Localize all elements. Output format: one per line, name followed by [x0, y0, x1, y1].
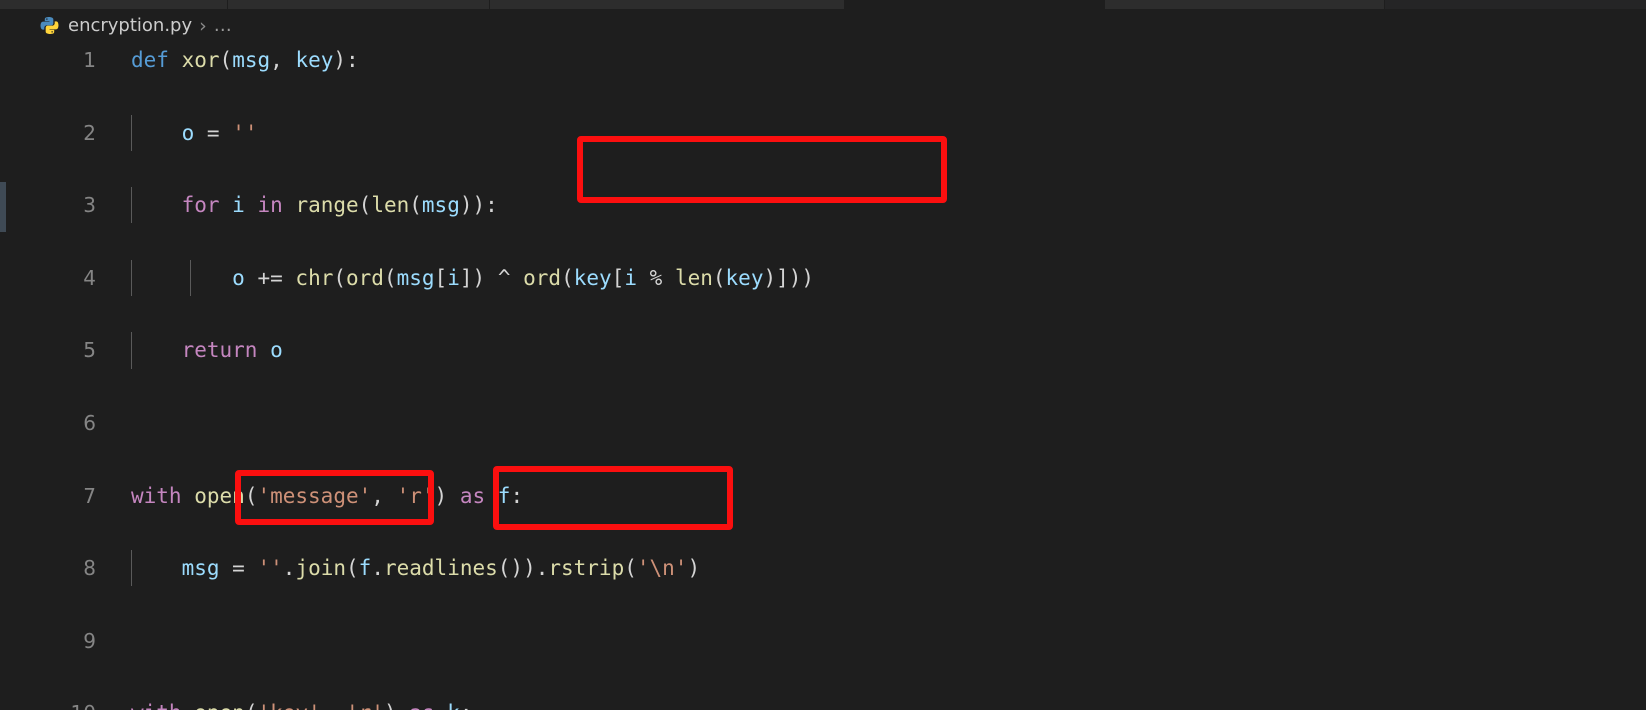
breadcrumb-overflow[interactable]: …	[214, 15, 233, 36]
line-content[interactable]: def xor(msg, key):	[131, 42, 359, 78]
line-content[interactable]: o = ''	[131, 115, 258, 151]
line-number: 7	[83, 483, 96, 508]
breadcrumb: encryption.py › …	[0, 9, 1646, 42]
code-line: 10 with open('key', 'r') as k:	[0, 695, 1646, 710]
line-number: 3	[83, 193, 96, 218]
line-number: 10	[0, 695, 96, 710]
code-line: 3 for i in range(len(msg)):	[0, 187, 1646, 224]
line-number: 8	[83, 556, 96, 581]
code-line: 8 msg = ''.join(f.readlines()).rstrip('\…	[0, 550, 1646, 587]
editor-tab[interactable]	[1105, 0, 1385, 9]
line-number: 4	[83, 265, 96, 290]
line-number: 6	[83, 410, 96, 435]
editor-tab[interactable]	[490, 0, 845, 9]
editor-tab-bar[interactable]	[0, 0, 1646, 9]
code-line: 7 with open('message', 'r') as f:	[0, 478, 1646, 514]
code-line: 4 o += chr(ord(msg[i]) ^ ord(key[i % len…	[0, 259, 1646, 297]
line-content[interactable]: o += chr(ord(msg[i]) ^ ord(key[i % len(k…	[131, 260, 814, 296]
line-number: 9	[83, 628, 96, 653]
code-line: 1 def xor(msg, key):	[0, 42, 1646, 78]
tab-bar-filler	[1385, 0, 1646, 9]
code-editor[interactable]: 1 def xor(msg, key): 2 o = '' 3 for i in…	[0, 42, 1646, 710]
code-line: 9	[0, 623, 1646, 659]
line-number: 1	[83, 48, 96, 72]
line-content[interactable]: with open('key', 'r') as k:	[131, 695, 473, 710]
code-line: 2 o = ''	[0, 114, 1646, 151]
code-line: 5 return o	[0, 332, 1646, 369]
line-number: 2	[83, 120, 96, 145]
python-file-icon	[40, 16, 59, 35]
editor-tab-active[interactable]	[845, 0, 1105, 9]
breadcrumb-file-name[interactable]: encryption.py	[68, 15, 192, 36]
line-number: 5	[83, 338, 96, 363]
line-content[interactable]: return o	[131, 332, 283, 368]
editor-tab[interactable]	[0, 0, 228, 9]
chevron-right-icon: ›	[199, 14, 207, 37]
line-content[interactable]: msg = ''.join(f.readlines()).rstrip('\n'…	[131, 550, 701, 586]
editor-tab[interactable]	[228, 0, 490, 9]
code-line: 6	[0, 405, 1646, 441]
line-content[interactable]: for i in range(len(msg)):	[131, 187, 498, 223]
line-content[interactable]: with open('message', 'r') as f:	[131, 478, 523, 514]
